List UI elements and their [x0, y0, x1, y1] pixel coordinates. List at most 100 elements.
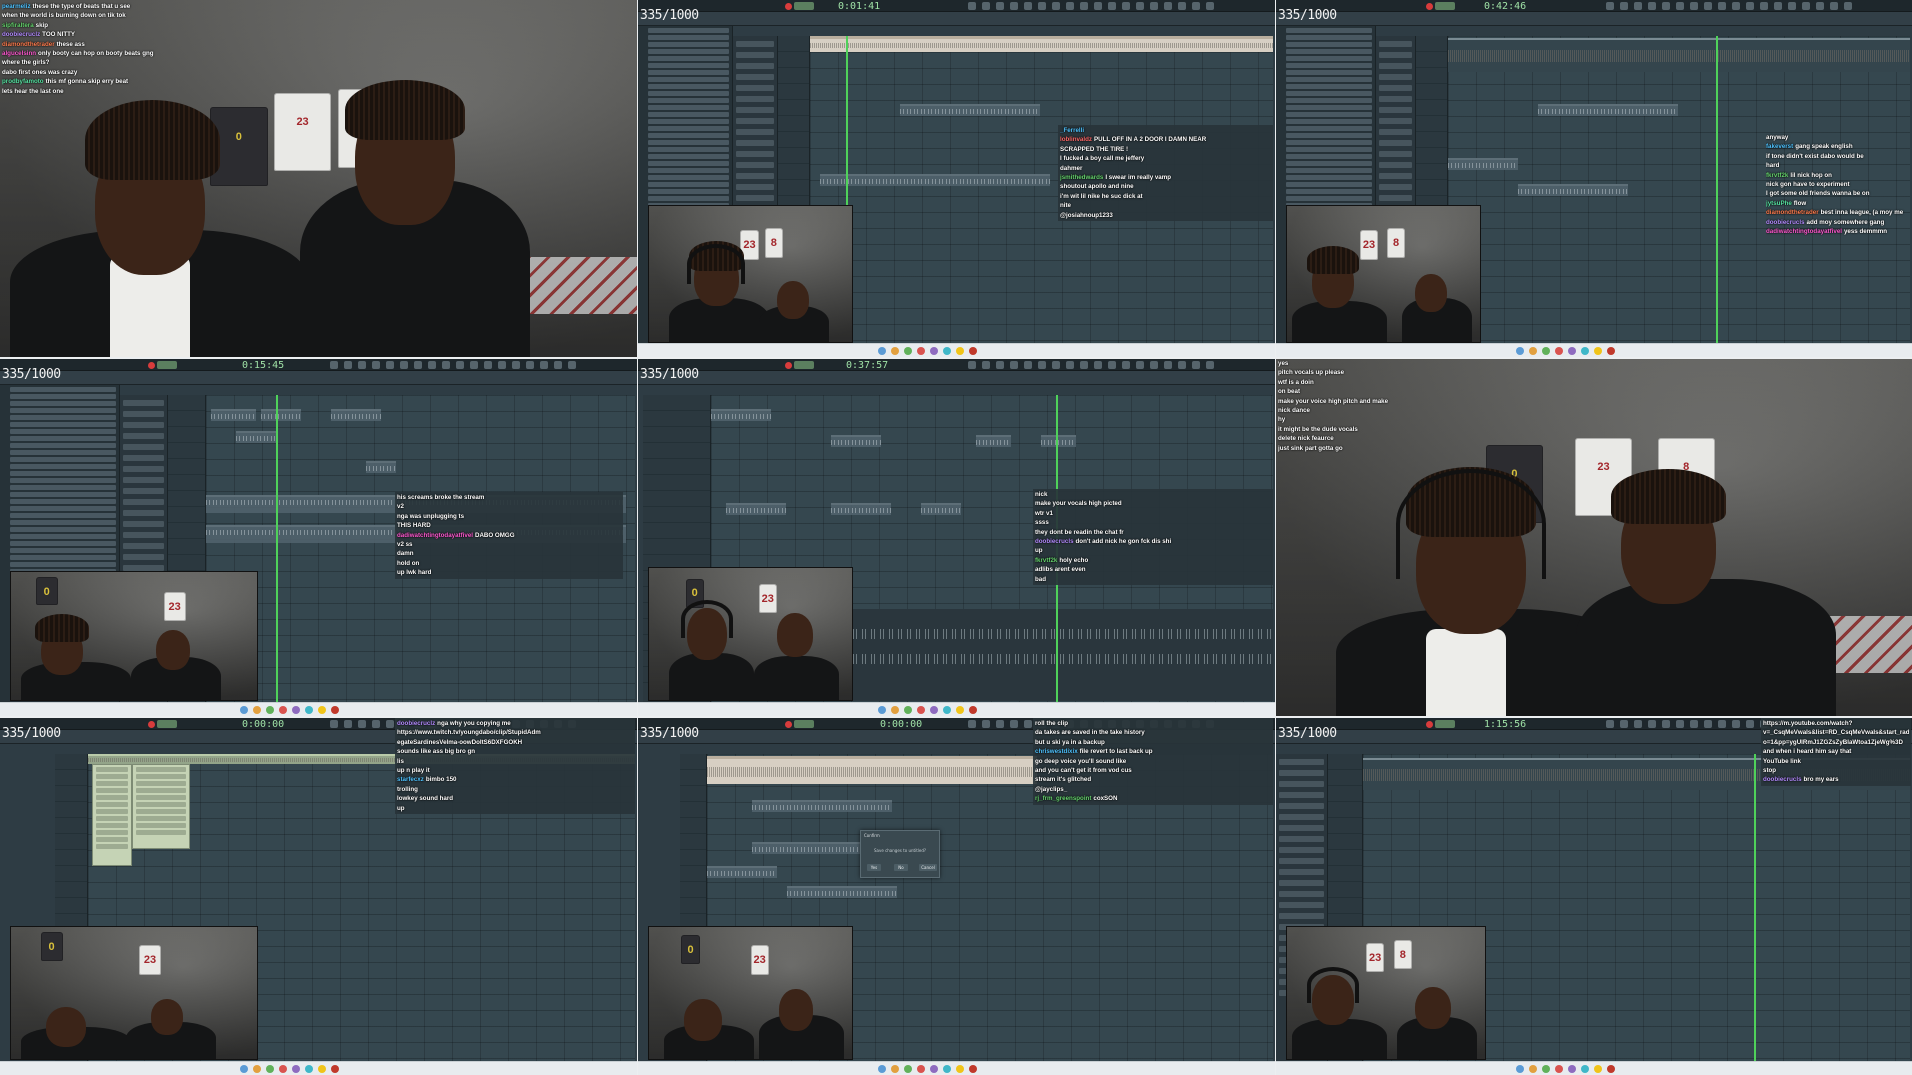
track-header[interactable]	[1416, 36, 1447, 52]
track-header[interactable]	[168, 459, 205, 475]
track-header[interactable]	[680, 770, 706, 786]
channel-item[interactable]	[1279, 891, 1324, 897]
channel-item[interactable]	[123, 499, 164, 505]
browser-item[interactable]	[648, 112, 729, 117]
toolbar-button[interactable]	[414, 361, 422, 369]
toolbar-button[interactable]	[1024, 2, 1032, 10]
browser-item[interactable]	[648, 77, 729, 82]
channel-item[interactable]	[736, 151, 774, 157]
browser-item[interactable]	[1286, 28, 1372, 33]
channel-item[interactable]	[736, 173, 774, 179]
taskbar-app-icon[interactable]	[331, 1065, 339, 1073]
browser-item[interactable]	[10, 485, 116, 490]
track-header[interactable]	[643, 443, 710, 459]
track-header[interactable]	[1328, 882, 1362, 898]
chat-username[interactable]: fakeverst	[1766, 143, 1793, 150]
browser-item[interactable]	[648, 119, 729, 124]
taskbar-app-icon[interactable]	[266, 1065, 274, 1073]
track-header[interactable]	[168, 411, 205, 427]
browser-item[interactable]	[1286, 119, 1372, 124]
browser-item[interactable]	[648, 42, 729, 47]
toolbar-button[interactable]	[982, 720, 990, 728]
audio-clip[interactable]	[261, 409, 301, 421]
channel-item[interactable]	[123, 510, 164, 516]
browser-item[interactable]	[10, 436, 116, 441]
toolbar-button[interactable]	[1648, 2, 1656, 10]
taskbar-app-icon[interactable]	[292, 1065, 300, 1073]
toolbar-button[interactable]	[982, 2, 990, 10]
toolbar-button[interactable]	[1066, 361, 1074, 369]
browser-item[interactable]	[1286, 98, 1372, 103]
browser-item[interactable]	[648, 189, 729, 194]
chat-username[interactable]: diamondthetrader	[2, 41, 55, 48]
taskbar-app-icon[interactable]	[878, 706, 886, 714]
track-header[interactable]	[1328, 818, 1362, 834]
toolbar-button[interactable]	[968, 2, 976, 10]
track-header[interactable]	[643, 395, 710, 411]
taskbar-app-icon[interactable]	[943, 706, 951, 714]
track-header[interactable]	[1328, 754, 1362, 770]
toolbar-button[interactable]	[540, 361, 548, 369]
taskbar-app-icon[interactable]	[917, 706, 925, 714]
track-header[interactable]	[168, 427, 205, 443]
channel-item[interactable]	[1279, 814, 1324, 820]
track-header[interactable]	[1328, 786, 1362, 802]
track-header[interactable]	[643, 491, 710, 507]
track-header[interactable]	[680, 882, 706, 898]
yes-button[interactable]: Yes	[867, 864, 881, 871]
toolbar-button[interactable]	[1634, 720, 1642, 728]
browser-item[interactable]	[648, 35, 729, 40]
toolbar-button[interactable]	[386, 361, 394, 369]
chat-username[interactable]: chriswestdixix	[1035, 748, 1078, 755]
browser-item[interactable]	[10, 443, 116, 448]
toolbar-button[interactable]	[996, 361, 1004, 369]
browser-item[interactable]	[1286, 77, 1372, 82]
taskbar-app-icon[interactable]	[917, 1065, 925, 1073]
track-header[interactable]	[643, 411, 710, 427]
toolbar-button[interactable]	[1052, 361, 1060, 369]
channel-item[interactable]	[123, 488, 164, 494]
chat-username[interactable]: algucelsinn	[2, 50, 36, 57]
chat-username[interactable]: jsmithedwards	[1060, 174, 1103, 181]
taskbar-app-icon[interactable]	[969, 706, 977, 714]
track-header[interactable]	[1416, 164, 1447, 180]
browser-item[interactable]	[10, 422, 116, 427]
taskbar-app-icon[interactable]	[904, 347, 912, 355]
browser-item[interactable]	[648, 161, 729, 166]
browser-item[interactable]	[1286, 84, 1372, 89]
track-header[interactable]	[1328, 866, 1362, 882]
channel-item[interactable]	[1279, 836, 1324, 842]
channel-item[interactable]	[736, 85, 774, 91]
taskbar-app-icon[interactable]	[240, 1065, 248, 1073]
channel-item[interactable]	[1379, 151, 1412, 157]
taskbar-app-icon[interactable]	[1529, 347, 1537, 355]
context-menu[interactable]	[92, 764, 132, 866]
toolbar[interactable]	[638, 12, 1275, 26]
track-header[interactable]	[55, 866, 87, 882]
chat-username[interactable]: loblinvaldz	[1060, 136, 1092, 143]
tempo-display[interactable]	[157, 361, 177, 369]
taskbar-app-icon[interactable]	[891, 706, 899, 714]
browser-item[interactable]	[10, 394, 116, 399]
browser-item[interactable]	[648, 70, 729, 75]
toolbar-button[interactable]	[330, 361, 338, 369]
channel-item[interactable]	[123, 411, 164, 417]
toolbar-button[interactable]	[1192, 2, 1200, 10]
channel-item[interactable]	[736, 118, 774, 124]
track-header[interactable]	[168, 539, 205, 555]
taskbar-app-icon[interactable]	[904, 706, 912, 714]
toolbar-button[interactable]	[1178, 361, 1186, 369]
chat-username[interactable]: jytsuPhe	[1766, 200, 1792, 207]
chat-username[interactable]: fkrvtf2k	[1035, 557, 1057, 564]
browser-item[interactable]	[1286, 154, 1372, 159]
browser-item[interactable]	[10, 457, 116, 462]
audio-clip[interactable]	[726, 503, 786, 515]
browser-item[interactable]	[648, 140, 729, 145]
browser-item[interactable]	[1286, 182, 1372, 187]
playhead[interactable]	[276, 395, 278, 702]
taskbar-app-icon[interactable]	[1542, 1065, 1550, 1073]
toolbar-button[interactable]	[1080, 2, 1088, 10]
record-button[interactable]	[785, 721, 792, 728]
track-header[interactable]	[643, 539, 710, 555]
audio-clip[interactable]	[707, 756, 1037, 784]
